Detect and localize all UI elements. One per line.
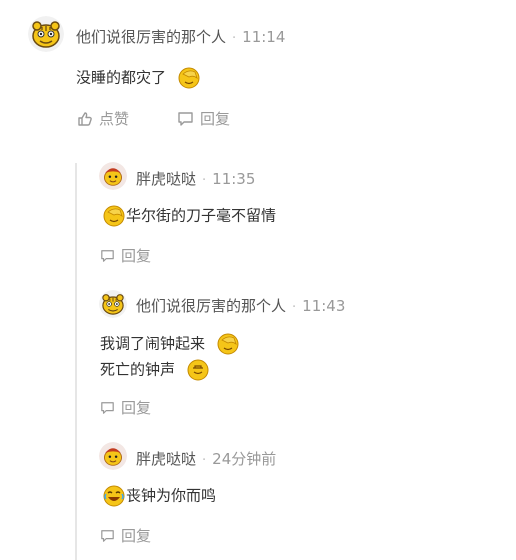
separator-dot: · bbox=[202, 453, 207, 468]
separator-dot: · bbox=[202, 173, 207, 188]
avatar[interactable] bbox=[99, 442, 127, 470]
facepalm-emoji-icon bbox=[178, 67, 200, 89]
reply-text-line: 我调了闹钟起来 bbox=[100, 332, 240, 356]
comment-text: 没睡的都灾了 bbox=[76, 66, 201, 90]
reply-button[interactable]: 回复 bbox=[177, 108, 230, 129]
username[interactable]: 他们说很厉害的那个人 bbox=[136, 297, 286, 315]
username[interactable]: 胖虎哒哒 bbox=[136, 170, 196, 188]
avatar[interactable] bbox=[99, 290, 127, 318]
reply-label: 回复 bbox=[200, 110, 231, 128]
bell-emoji-icon bbox=[187, 359, 209, 381]
comment-icon bbox=[178, 111, 193, 126]
avatar[interactable] bbox=[28, 16, 64, 52]
comment-text-body: 没睡的都灾了 bbox=[76, 68, 167, 87]
facepalm-emoji-icon bbox=[103, 205, 125, 227]
laugh-cry-emoji-icon bbox=[103, 485, 125, 507]
reply-label: 回复 bbox=[121, 527, 152, 545]
reply-label: 回复 bbox=[121, 247, 152, 265]
reply-text-line: 死亡的钟声 bbox=[100, 358, 210, 382]
comment-header: 他们说很厉害的那个人 · 11:14 bbox=[76, 26, 285, 47]
timestamp: 11:14 bbox=[242, 28, 286, 46]
reply-header: 他们说很厉害的那个人 · 11:43 bbox=[136, 295, 345, 316]
separator-dot: · bbox=[232, 31, 237, 46]
reply-header: 胖虎哒哒 · 11:35 bbox=[136, 168, 255, 189]
reply-header: 胖虎哒哒 · 24分钟前 bbox=[136, 448, 276, 469]
reply-text: 华尔街的刀子毫不留情 bbox=[102, 204, 276, 228]
username[interactable]: 胖虎哒哒 bbox=[136, 450, 196, 468]
reply-text-body: 死亡的钟声 bbox=[100, 360, 176, 379]
timestamp: 11:43 bbox=[302, 297, 346, 315]
timestamp: 11:35 bbox=[212, 170, 256, 188]
thumbs-up-icon bbox=[78, 111, 92, 126]
reply-text-body: 丧钟为你而鸣 bbox=[126, 486, 217, 505]
username[interactable]: 他们说很厉害的那个人 bbox=[76, 28, 226, 46]
like-button[interactable]: 点赞 bbox=[77, 108, 129, 129]
reply-button[interactable]: 回复 bbox=[100, 397, 151, 418]
reply-text-body: 我调了闹钟起来 bbox=[100, 334, 206, 353]
reply-text: 丧钟为你而鸣 bbox=[102, 484, 216, 508]
timestamp: 24分钟前 bbox=[212, 450, 277, 468]
thread-divider-line bbox=[75, 163, 77, 560]
reply-label: 回复 bbox=[121, 399, 152, 417]
like-label: 点赞 bbox=[99, 110, 130, 128]
separator-dot: · bbox=[292, 300, 297, 315]
reply-text-body: 华尔街的刀子毫不留情 bbox=[126, 206, 277, 225]
facepalm-emoji-icon bbox=[217, 333, 239, 355]
reply-button[interactable]: 回复 bbox=[100, 245, 151, 266]
comment-icon bbox=[101, 401, 114, 414]
comment-icon bbox=[101, 249, 114, 262]
avatar[interactable] bbox=[99, 162, 127, 190]
reply-button[interactable]: 回复 bbox=[100, 525, 151, 546]
comment-icon bbox=[101, 529, 114, 542]
